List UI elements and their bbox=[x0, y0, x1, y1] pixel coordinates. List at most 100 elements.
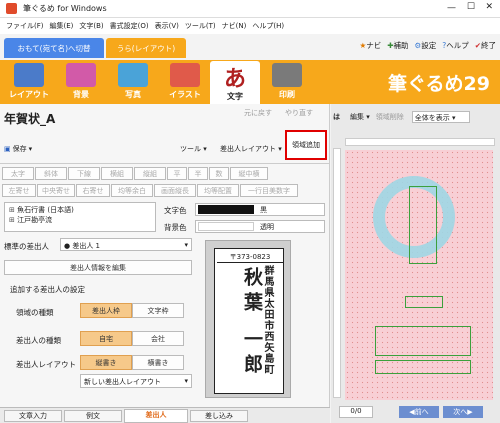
next-button[interactable]: 次へ ▶ bbox=[443, 406, 483, 418]
exit-link[interactable]: ✔終了 bbox=[475, 40, 496, 51]
hojo-link[interactable]: ✚補助 bbox=[387, 40, 408, 51]
number-button[interactable]: 数 bbox=[209, 167, 229, 180]
sender-layout-menu[interactable]: 差出人レイアウト ▾ bbox=[220, 144, 282, 154]
italic-button[interactable]: 斜体 bbox=[35, 167, 67, 180]
menu-text[interactable]: 文字(B) bbox=[79, 21, 103, 31]
preview-paper: 〒373-0823 群馬県太田市西矢島町 秋葉 一郎 bbox=[214, 248, 284, 394]
area-add-button[interactable]: 領域追加 bbox=[285, 130, 327, 160]
align-center-button[interactable]: 中央寄せ bbox=[37, 184, 75, 197]
menu-format[interactable]: 書式設定(O) bbox=[110, 21, 149, 31]
ribbon-photo[interactable]: 写真 bbox=[108, 62, 158, 102]
tool-menu[interactable]: ツール ▾ bbox=[180, 144, 207, 154]
menu-navi[interactable]: ナビ(N) bbox=[222, 21, 247, 31]
menu-bar: ファイル(F) 編集(E) 文字(B) 書式設定(O) 表示(V) ツール(T)… bbox=[0, 18, 500, 34]
undo-button[interactable]: 元に戻す bbox=[244, 108, 272, 118]
close-button[interactable]: ✕ bbox=[485, 2, 493, 12]
menu-view[interactable]: 表示(V) bbox=[155, 21, 179, 31]
prev-button[interactable]: ◀ 前へ bbox=[399, 406, 439, 418]
card-canvas[interactable] bbox=[345, 150, 493, 400]
area-type-sender-frame[interactable]: 差出人枠 bbox=[80, 303, 132, 318]
bg-color-select[interactable]: 透明 bbox=[195, 220, 325, 233]
half-button[interactable]: 半 bbox=[188, 167, 208, 180]
sender-type-company[interactable]: 会社 bbox=[132, 331, 184, 346]
ura-layout-tab[interactable]: うら(レイアウト) bbox=[106, 38, 186, 58]
area-type-text-frame[interactable]: 文字枠 bbox=[132, 303, 184, 318]
layout-vertical[interactable]: 縦書き bbox=[80, 355, 132, 370]
preview-name-line1: 秋葉 bbox=[241, 267, 263, 317]
char-color-select[interactable]: 黒 bbox=[195, 203, 325, 216]
ribbon-illust[interactable]: イラスト bbox=[160, 62, 210, 102]
omote-switch-tab[interactable]: おもて(宛て名)へ切替 bbox=[4, 38, 104, 58]
tab-example[interactable]: 例文 bbox=[64, 410, 122, 422]
menu-help[interactable]: ヘルプ(H) bbox=[252, 21, 284, 31]
ribbon-background[interactable]: 背景 bbox=[56, 62, 106, 102]
right-delete-button[interactable]: 領域削除 bbox=[376, 112, 404, 122]
even-layout-button[interactable]: 均等配置 bbox=[197, 184, 239, 197]
align-right-button[interactable]: 右寄せ bbox=[76, 184, 110, 197]
app-icon bbox=[6, 3, 17, 14]
font-icon: ⊞ bbox=[9, 216, 15, 224]
ribbon-print[interactable]: 印刷 bbox=[262, 62, 312, 102]
tab-sender[interactable]: 差出人 bbox=[124, 409, 188, 423]
ruler-top bbox=[345, 138, 495, 146]
sender-type-label: 差出人の種類 bbox=[16, 336, 61, 345]
help-links: ★ナビ ✚補助 ⚙設定 ?ヘルプ ✔終了 bbox=[359, 40, 496, 51]
nav-row: おもて(宛て名)へ切替 うら(レイアウト) ★ナビ ✚補助 ⚙設定 ?ヘルプ ✔… bbox=[0, 34, 500, 60]
ribbon-layout[interactable]: レイアウト bbox=[4, 62, 54, 102]
ribbon-text[interactable]: あ文字 bbox=[210, 61, 260, 104]
default-sender-select[interactable]: ● 差出人 1 ▾ bbox=[60, 238, 192, 251]
horizontal-button[interactable]: 横組 bbox=[101, 167, 133, 180]
hira-button[interactable]: 平 bbox=[167, 167, 187, 180]
font-item[interactable]: ⊞ 魚石行書 (日本語) bbox=[9, 205, 151, 215]
brand-logo: 筆ぐるめ29 bbox=[387, 73, 490, 95]
format-row-2: 左寄せ 中央寄せ 右寄せ 均等余白 画面縦長 均等配置 一行目美数字 bbox=[2, 184, 298, 197]
color-swatch bbox=[198, 205, 254, 214]
right-edit-menu[interactable]: 編集 ▾ bbox=[350, 112, 370, 122]
area-type-label: 領域の種類 bbox=[16, 308, 54, 317]
photo-icon bbox=[118, 63, 148, 87]
bold-button[interactable]: 太字 bbox=[2, 167, 34, 180]
save-icon: ▣ bbox=[4, 145, 11, 153]
font-list[interactable]: ⊞ 魚石行書 (日本語) ⊞ 江戸勘亭流 bbox=[4, 202, 156, 232]
tatechuyoko-button[interactable]: 縦中横 bbox=[230, 167, 268, 180]
font-item[interactable]: ⊞ 江戸勘亭流 bbox=[9, 215, 151, 225]
minimize-button[interactable]: — bbox=[447, 3, 456, 13]
navi-link[interactable]: ★ナビ bbox=[359, 40, 381, 51]
ura-layout-label: うら(レイアウト) bbox=[116, 43, 176, 53]
new-layout-select[interactable]: 新しい差出人レイアウト ▾ bbox=[80, 374, 192, 388]
settings-title: 追加する差出人の設定 bbox=[10, 285, 85, 294]
omote-switch-label: おもて(宛て名)へ切替 bbox=[17, 43, 91, 53]
first-line-button[interactable]: 一行目美数字 bbox=[240, 184, 298, 197]
font-icon: ⊞ bbox=[9, 206, 15, 214]
menu-file[interactable]: ファイル(F) bbox=[6, 21, 44, 31]
chevron-down-icon: ▾ bbox=[184, 241, 188, 249]
char-color-label: 文字色 bbox=[164, 206, 187, 215]
redo-button[interactable]: やり直す bbox=[285, 108, 313, 118]
title-bar: 筆ぐるめ for Windows — ☐ ✕ bbox=[0, 0, 500, 18]
screen-tall-button[interactable]: 画面縦長 bbox=[154, 184, 196, 197]
message-frame-2[interactable] bbox=[375, 360, 471, 374]
greeting-frame[interactable] bbox=[409, 186, 437, 264]
save-button[interactable]: ▣ 保存 ▾ bbox=[4, 144, 32, 154]
bottom-tabs: 文章入力 例文 差出人 差し込み bbox=[0, 407, 330, 423]
underline-button[interactable]: 下線 bbox=[68, 167, 100, 180]
view-select[interactable]: 全体を表示 ▾ bbox=[411, 111, 470, 123]
menu-tools[interactable]: ツール(T) bbox=[185, 21, 216, 31]
even-margin-button[interactable]: 均等余白 bbox=[111, 184, 153, 197]
small-frame[interactable] bbox=[405, 296, 443, 308]
align-left-button[interactable]: 左寄せ bbox=[2, 184, 36, 197]
layout-type-label: 差出人レイアウト bbox=[16, 360, 76, 369]
help-link[interactable]: ?ヘルプ bbox=[442, 40, 468, 51]
menu-edit[interactable]: 編集(E) bbox=[50, 21, 74, 31]
format-row-1: 太字 斜体 下線 横組 縦組 平 半 数 縦中横 bbox=[2, 167, 268, 180]
message-frame[interactable] bbox=[375, 326, 471, 356]
vertical-button[interactable]: 縦組 bbox=[134, 167, 166, 180]
edit-sender-button[interactable]: 差出人情報を編集 bbox=[4, 260, 192, 275]
tab-text-input[interactable]: 文章入力 bbox=[4, 410, 62, 422]
settings-link[interactable]: ⚙設定 bbox=[414, 40, 436, 51]
tab-merge[interactable]: 差し込み bbox=[190, 410, 248, 422]
layout-horizontal[interactable]: 横書き bbox=[132, 355, 184, 370]
maximize-button[interactable]: ☐ bbox=[467, 2, 475, 12]
sender-type-home[interactable]: 自宅 bbox=[80, 331, 132, 346]
ruler-left bbox=[333, 148, 341, 398]
